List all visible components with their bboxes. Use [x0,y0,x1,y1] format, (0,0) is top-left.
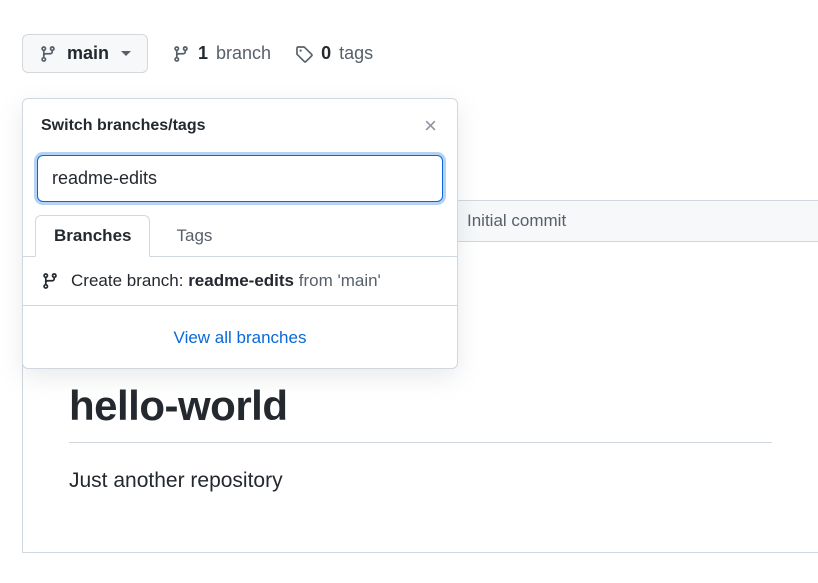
create-branch-item[interactable]: Create branch: readme-edits from 'main' [23,257,457,306]
popover-title: Switch branches/tags [41,117,206,135]
readme-title: hello-world [69,382,772,443]
branch-selector-button[interactable]: main [22,34,148,73]
tab-tags[interactable]: Tags [158,215,230,257]
branch-count: 1 [198,43,208,64]
view-all-branches-link[interactable]: View all branches [174,328,307,347]
tag-count: 0 [321,43,331,64]
search-wrap [23,149,457,214]
create-branch-from: from 'main' [294,271,381,290]
branch-icon [172,45,190,63]
close-button[interactable]: × [420,113,441,139]
view-all-row: View all branches [23,306,457,368]
branch-icon [39,45,57,63]
tab-branches[interactable]: Branches [35,215,150,257]
create-branch-text: Create branch: readme-edits from 'main' [71,271,381,291]
repo-toolbar: main 1 branch 0 tags [0,0,818,83]
create-branch-name: readme-edits [188,271,294,290]
popover-header: Switch branches/tags × [23,99,457,149]
branch-icon [41,272,59,290]
tags-link[interactable]: 0 tags [295,43,373,64]
branch-search-input[interactable] [37,155,443,202]
readme-body: Just another repository [69,469,772,493]
create-branch-prefix: Create branch: [71,271,188,290]
branch-switcher-popover: Switch branches/tags × Branches Tags Cre… [22,98,458,369]
tag-icon [295,45,313,63]
close-icon: × [424,113,437,138]
commit-message[interactable]: Initial commit [467,211,566,231]
popover-tabs: Branches Tags [23,214,457,257]
tag-count-label: tags [339,43,373,64]
branch-count-label: branch [216,43,271,64]
branch-selector-label: main [67,43,109,64]
branches-link[interactable]: 1 branch [172,43,271,64]
caret-down-icon [121,51,131,56]
